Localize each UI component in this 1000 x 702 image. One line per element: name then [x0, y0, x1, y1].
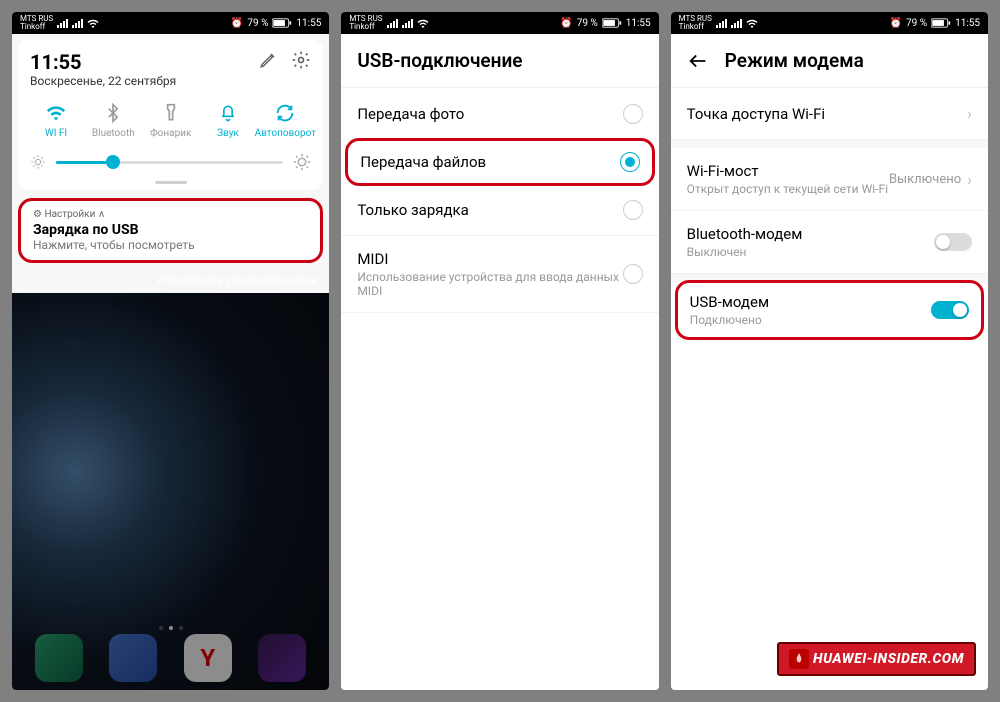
modem-option[interactable]: Wi-Fi-мостОткрыт доступ к текущей сети W… — [671, 148, 988, 211]
usb-notification[interactable]: ⚙ Настройки ∧ Зарядка по USB Нажмите, чт… — [18, 198, 323, 263]
dock-yandex[interactable]: Y — [184, 634, 232, 682]
battery-icon — [272, 18, 292, 28]
usb-header: USB-подключение — [341, 34, 658, 88]
chevron-right-icon: › — [967, 104, 972, 123]
status-bar: MTS RUSTinkoff ⏰79 % 11:55 — [671, 12, 988, 34]
quick-settings-panel: 11:55 Воскресенье, 22 сентября WI FIBlue… — [18, 40, 323, 190]
wifi-icon — [87, 18, 99, 28]
modem-option[interactable]: USB-модемПодключено — [675, 280, 984, 340]
usb-option[interactable]: MIDIИспользование устройства для ввода д… — [341, 236, 658, 313]
radio[interactable] — [623, 264, 643, 284]
dock-camera[interactable] — [258, 634, 306, 682]
usb-option[interactable]: Передача файлов — [345, 138, 654, 186]
watermark-badge: HUAWEI-INSIDER.COM — [777, 642, 976, 676]
toggle-bt[interactable]: Bluetooth — [87, 102, 139, 139]
dock: Y — [12, 634, 329, 682]
qs-date: Воскресенье, 22 сентября — [30, 74, 176, 88]
phone-3: MTS RUSTinkoff ⏰79 % 11:55 Режим модема … — [671, 12, 988, 690]
toggle-bell[interactable]: Звук — [202, 102, 254, 139]
modem-option[interactable]: Точка доступа Wi-Fi› — [671, 88, 988, 140]
modem-header: Режим модема — [671, 34, 988, 88]
toggle-rotate[interactable]: Автоповорот — [259, 102, 311, 139]
status-bar: MTS RUSTinkoff ⏰79 % 11:55 — [12, 12, 329, 34]
toggle-switch[interactable] — [934, 233, 972, 251]
modem-option[interactable]: Bluetooth-модемВыключен — [671, 211, 988, 274]
usb-option[interactable]: Только зарядка — [341, 184, 658, 236]
radio[interactable] — [623, 200, 643, 220]
status-bar: MTS RUSTinkoff ⏰79 % 11:55 — [341, 12, 658, 34]
chevron-right-icon: › — [967, 170, 972, 189]
wallpaper: Y — [12, 293, 329, 690]
qs-time: 11:55 — [30, 50, 176, 74]
gear-icon[interactable] — [291, 50, 311, 70]
phone-2: MTS RUSTinkoff ⏰79 % 11:55 USB-подключен… — [341, 12, 658, 690]
toggle-torch[interactable]: Фонарик — [145, 102, 197, 139]
dock-messages[interactable] — [109, 634, 157, 682]
dock-phone[interactable] — [35, 634, 83, 682]
phone-1: MTS RUSTinkoff ⏰79 % 11:55 11:55 Воскрес… — [12, 12, 329, 690]
back-icon[interactable] — [687, 50, 709, 72]
toggle-wifi[interactable]: WI FI — [30, 102, 82, 139]
toggle-switch[interactable] — [931, 301, 969, 319]
radio[interactable] — [620, 152, 640, 172]
edit-icon[interactable] — [259, 51, 277, 69]
manage-notifications[interactable]: Управление уведомлениями — [12, 267, 329, 293]
usb-option[interactable]: Передача фото — [341, 88, 658, 140]
brightness-slider[interactable] — [30, 153, 311, 175]
radio[interactable] — [623, 104, 643, 124]
